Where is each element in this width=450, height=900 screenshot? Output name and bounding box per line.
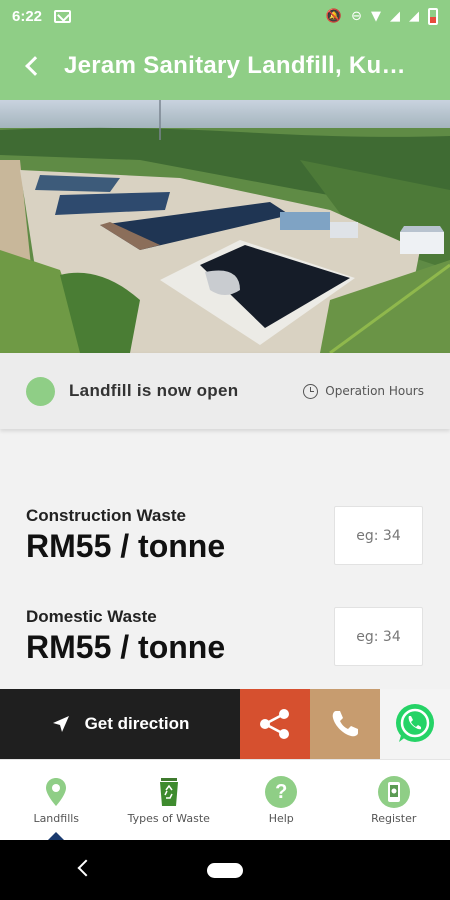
landfill-photo (0, 100, 450, 353)
mail-icon (54, 9, 72, 23)
app-bar: Jeram Sanitary Landfill, Kuala Selangor (0, 32, 450, 100)
whatsapp-icon (396, 704, 434, 742)
bottom-navigation: Landfills Types of Waste ? Help Register (0, 759, 450, 840)
nav-label: Types of Waste (127, 812, 210, 825)
active-tab-indicator (48, 832, 65, 840)
location-pin-icon (46, 778, 67, 806)
nav-label: Help (268, 812, 294, 825)
waste-price: RM55 / tonne (26, 629, 226, 665)
get-direction-label: Get direction (84, 714, 190, 733)
operation-hours-button[interactable]: Operation Hours (303, 383, 424, 399)
open-status-text: Landfill is now open (69, 381, 239, 400)
waste-price: RM55 / tonne (26, 528, 226, 564)
recycle-bin-icon (159, 778, 178, 806)
nav-label: Landfills (33, 812, 80, 825)
mute-icon: 🔕 (325, 8, 343, 24)
system-navigation-bar (0, 840, 450, 900)
dnd-icon: ⊖ (351, 8, 362, 24)
battery-icon (428, 7, 438, 25)
get-direction-button[interactable]: Get direction (0, 689, 240, 759)
call-button[interactable] (310, 689, 380, 759)
tonnage-input-domestic[interactable] (334, 607, 423, 666)
system-back-icon[interactable] (77, 859, 95, 877)
whatsapp-button[interactable] (380, 689, 450, 759)
action-bar: Get direction (0, 689, 450, 759)
phone-icon (332, 711, 358, 737)
waste-type-label: Construction Waste (26, 506, 186, 525)
page-title: Jeram Sanitary Landfill, Kuala Selangor (64, 52, 419, 79)
help-icon: ? (265, 776, 298, 808)
back-arrow-icon (25, 56, 45, 76)
nav-item-landfills[interactable]: Landfills (0, 760, 113, 840)
wifi-icon: ▼ (371, 8, 381, 24)
waste-row-construction: Construction Waste RM55 / tonne (0, 506, 450, 586)
operation-hours-label: Operation Hours (325, 384, 424, 398)
nav-label: Register (371, 812, 417, 825)
status-icons: 🔕 ⊖ ▼ ◢ ◢ (325, 7, 438, 25)
nav-item-register[interactable]: Register (338, 760, 450, 840)
tonnage-input-construction[interactable] (334, 506, 423, 565)
share-button[interactable] (240, 689, 310, 759)
nav-item-help[interactable]: ? Help (225, 760, 338, 840)
back-button[interactable] (0, 32, 64, 100)
status-time: 6:22 (12, 7, 43, 25)
status-bar: 6:22 🔕 ⊖ ▼ ◢ ◢ (0, 0, 450, 32)
open-status-indicator (26, 376, 55, 406)
signal-icon: ◢ (390, 8, 400, 24)
register-phone-icon (377, 776, 410, 808)
signal-icon-2: ◢ (409, 8, 419, 24)
waste-type-label: Domestic Waste (26, 607, 157, 626)
waste-row-domestic: Domestic Waste RM55 / tonne (0, 607, 450, 687)
status-card: Landfill is now open Operation Hours (0, 353, 450, 429)
nav-item-types-of-waste[interactable]: Types of Waste (113, 760, 226, 840)
system-home-button[interactable] (207, 863, 243, 878)
navigation-arrow-icon (52, 716, 69, 732)
clock-icon (303, 383, 319, 399)
share-icon (260, 709, 289, 739)
